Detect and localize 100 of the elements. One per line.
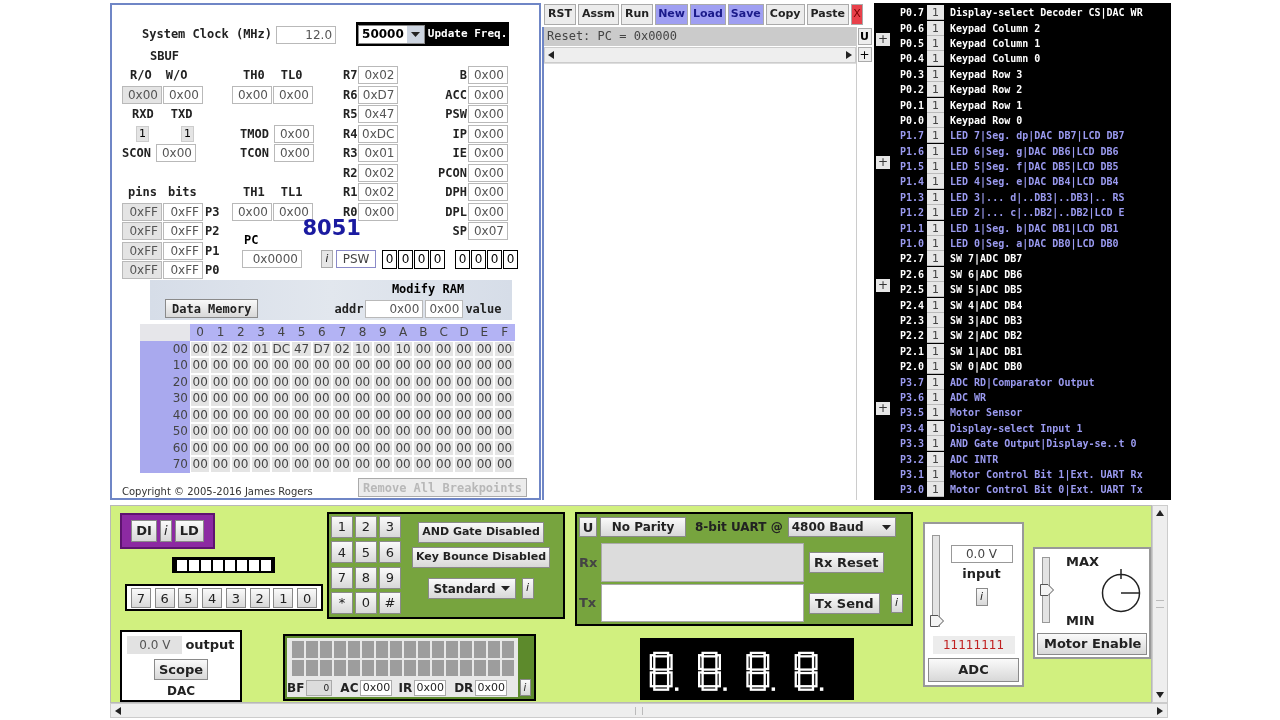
- memory-cell[interactable]: 00: [392, 423, 414, 440]
- pin-value[interactable]: 1: [927, 251, 944, 267]
- register-field[interactable]: 0x00: [273, 85, 313, 104]
- switch-button[interactable]: 2: [249, 587, 270, 608]
- register-field[interactable]: 0x00: [468, 66, 508, 85]
- memory-cell[interactable]: 00: [230, 357, 251, 374]
- keypad-key[interactable]: *: [331, 591, 353, 614]
- pin-field[interactable]: 1: [136, 125, 149, 142]
- key-bounce-button[interactable]: Key Bounce Disabled: [411, 547, 551, 568]
- pin-value[interactable]: 1: [927, 359, 944, 375]
- register-field[interactable]: 0x00: [163, 85, 203, 104]
- psw-bit[interactable]: 0: [471, 249, 486, 269]
- pin-value[interactable]: 1: [927, 313, 944, 328]
- pin-value[interactable]: 1: [927, 420, 944, 436]
- pin-value[interactable]: 1: [927, 82, 944, 98]
- memory-cell[interactable]: 00: [372, 423, 393, 440]
- register-field[interactable]: 0x00: [468, 124, 508, 143]
- tx-field[interactable]: [601, 584, 804, 622]
- register-field[interactable]: 0x00: [274, 144, 314, 163]
- plus-button[interactable]: +: [857, 47, 872, 62]
- memory-cell[interactable]: 00: [413, 423, 434, 440]
- pin-value[interactable]: 1: [927, 143, 944, 159]
- pin-value[interactable]: 1: [927, 236, 944, 252]
- memory-cell[interactable]: 00: [250, 390, 272, 407]
- switch-button[interactable]: 0: [297, 587, 318, 608]
- switch-button[interactable]: 4: [202, 587, 223, 608]
- keypad-key[interactable]: 9: [379, 566, 401, 589]
- memory-cell[interactable]: 00: [271, 456, 292, 473]
- scroll-right-icon[interactable]: [846, 51, 852, 59]
- memory-cell[interactable]: 00: [190, 423, 211, 440]
- scroll-right-icon[interactable]: [1157, 706, 1163, 715]
- memory-cell[interactable]: 00: [433, 423, 454, 440]
- led-control-button[interactable]: DI: [131, 520, 157, 542]
- toolbar-button[interactable]: Run: [621, 3, 654, 25]
- scroll-left-icon[interactable]: [115, 706, 121, 715]
- toolbar-button[interactable]: Copy: [765, 3, 805, 25]
- switch-button[interactable]: 3: [225, 587, 246, 608]
- memory-cell[interactable]: 00: [230, 423, 251, 440]
- memory-cell[interactable]: 00: [453, 390, 475, 407]
- register-field[interactable]: 0x00: [468, 163, 508, 182]
- pin-value[interactable]: 1: [927, 66, 944, 82]
- memory-cell[interactable]: 00: [311, 456, 333, 473]
- u-button[interactable]: U: [857, 28, 872, 45]
- keypad-key[interactable]: 4: [331, 541, 353, 564]
- memory-cell[interactable]: 00: [250, 423, 272, 440]
- psw-bit[interactable]: 0: [503, 249, 518, 269]
- pin-value[interactable]: 1: [927, 189, 944, 205]
- switch-button[interactable]: 5: [178, 587, 199, 608]
- tx-send-button[interactable]: Tx Send: [809, 592, 880, 614]
- pin-value[interactable]: 1: [927, 220, 944, 236]
- frequency-select[interactable]: 50000: [358, 24, 425, 44]
- memory-cell[interactable]: 00: [271, 423, 292, 440]
- psw-bit[interactable]: 0: [414, 249, 429, 269]
- memory-cell[interactable]: 00: [230, 390, 251, 407]
- pin-value[interactable]: 1: [927, 451, 944, 467]
- memory-cell[interactable]: 00: [291, 423, 312, 440]
- pin-value[interactable]: 1: [927, 159, 944, 175]
- motor-enable-button[interactable]: Motor Enable: [1037, 633, 1147, 655]
- memory-cell[interactable]: 00: [271, 390, 292, 407]
- register-field[interactable]: 0xFF: [122, 222, 162, 241]
- switch-button[interactable]: 6: [154, 587, 175, 608]
- register-field[interactable]: 0x02: [358, 66, 399, 85]
- register-field[interactable]: 0x00: [358, 202, 399, 221]
- memory-cell[interactable]: 00: [433, 390, 454, 407]
- memory-cell[interactable]: 00: [190, 390, 211, 407]
- memory-cell[interactable]: 00: [392, 456, 414, 473]
- led-control-button[interactable]: LD: [174, 520, 204, 542]
- memory-cell[interactable]: 00: [433, 456, 454, 473]
- register-field[interactable]: 0x00: [425, 300, 464, 318]
- register-field[interactable]: 0x00: [232, 85, 272, 104]
- register-field[interactable]: 0xFF: [163, 202, 203, 221]
- scrollbar[interactable]: [110, 703, 1168, 718]
- parity-button[interactable]: No Parity: [600, 517, 686, 537]
- register-field[interactable]: 0x00: [155, 144, 196, 163]
- register-field[interactable]: 0x02: [358, 183, 399, 202]
- memory-cell[interactable]: 00: [190, 357, 211, 374]
- memory-cell[interactable]: 00: [352, 423, 373, 440]
- psw-bit[interactable]: 0: [430, 249, 445, 269]
- memory-cell[interactable]: 00: [494, 390, 515, 407]
- memory-cell[interactable]: 00: [413, 390, 434, 407]
- expand-button[interactable]: +: [876, 32, 890, 46]
- register-field[interactable]: 0xD7: [358, 85, 399, 104]
- register-field[interactable]: 0xFF: [122, 202, 162, 221]
- info-button[interactable]: i: [519, 679, 531, 696]
- info-button[interactable]: i: [321, 250, 333, 268]
- memory-cell[interactable]: 00: [291, 390, 312, 407]
- adc-button[interactable]: ADC: [928, 657, 1019, 682]
- keypad-key[interactable]: 5: [355, 541, 377, 564]
- register-field[interactable]: 0xFF: [122, 241, 162, 260]
- memory-cell[interactable]: 00: [250, 456, 272, 473]
- info-button[interactable]: i: [975, 587, 988, 606]
- pin-value[interactable]: 1: [927, 174, 944, 190]
- memory-cell[interactable]: 00: [332, 456, 353, 473]
- pin-value[interactable]: 1: [927, 405, 944, 421]
- memory-cell[interactable]: 00: [250, 357, 272, 374]
- register-field[interactable]: 0x47: [358, 105, 399, 124]
- memory-cell[interactable]: 00: [352, 357, 373, 374]
- keypad-key[interactable]: 2: [355, 516, 377, 538]
- memory-cell[interactable]: 00: [352, 390, 373, 407]
- register-field[interactable]: 12.0: [276, 26, 337, 44]
